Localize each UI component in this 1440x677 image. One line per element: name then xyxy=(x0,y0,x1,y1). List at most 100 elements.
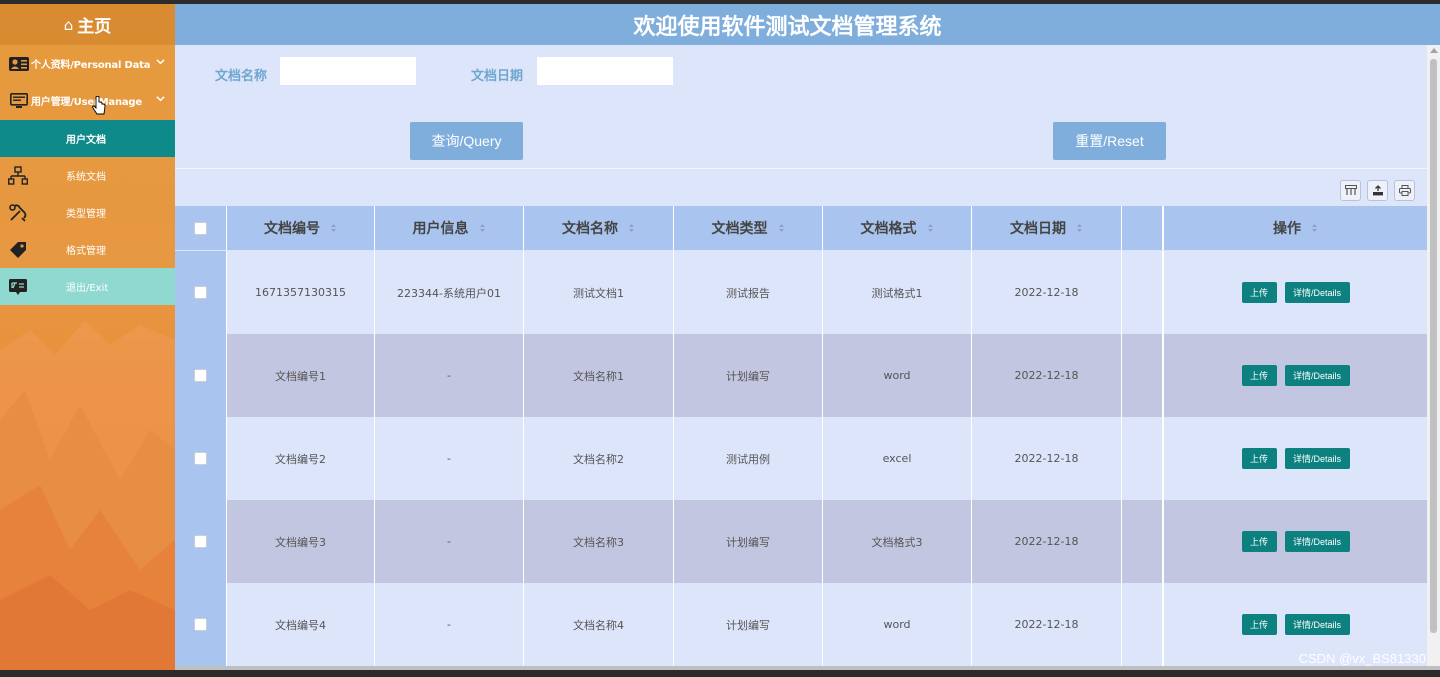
sort-icon xyxy=(1077,224,1082,232)
cell-blank xyxy=(1122,500,1164,583)
col-header-blank xyxy=(1122,206,1164,250)
cell-blank xyxy=(1122,334,1164,417)
cell-name: 文档名称4 xyxy=(524,583,674,666)
columns-toggle-button[interactable] xyxy=(1340,180,1361,201)
chevron-down-icon xyxy=(156,96,165,102)
reset-button[interactable]: 重置/Reset xyxy=(1053,122,1166,160)
print-button[interactable] xyxy=(1394,180,1415,201)
print-icon xyxy=(1398,185,1411,196)
monitor-icon xyxy=(9,92,29,110)
row-checkbox[interactable] xyxy=(194,369,207,382)
details-button[interactable]: 详情/Details xyxy=(1284,448,1350,469)
select-all-checkbox[interactable] xyxy=(194,221,207,235)
row-select-cell xyxy=(175,500,227,583)
col-header-date[interactable]: 文档日期 xyxy=(972,206,1122,250)
doc-date-label: 文档日期 xyxy=(471,69,524,84)
sidebar-subitem-label: 类型管理 xyxy=(66,209,106,220)
sidebar-subitem-label: 用户文档 xyxy=(66,135,106,146)
details-button[interactable]: 详情/Details xyxy=(1284,282,1350,303)
details-button[interactable]: 详情/Details xyxy=(1284,365,1350,386)
upload-button[interactable]: 上传 xyxy=(1241,365,1277,386)
cell-id: 文档编号1 xyxy=(227,334,375,417)
sidebar-subitem-exit[interactable]: 退出/Exit xyxy=(0,268,175,305)
upload-button[interactable]: 上传 xyxy=(1241,531,1277,552)
table-row: 文档编号3 - 文档名称3 计划编写 文档格式3 2022-12-18 上传 详… xyxy=(175,500,1427,583)
sort-icon xyxy=(778,224,784,232)
table-header: 文档编号 用户信息 文档名称 文档类型 文档格式 文档日期 操作 xyxy=(175,206,1427,250)
row-checkbox[interactable] xyxy=(194,452,207,465)
upload-button[interactable]: 上传 xyxy=(1241,614,1277,635)
scrollbar-thumb[interactable] xyxy=(1430,59,1437,633)
doc-name-label: 文档名称 xyxy=(215,69,268,84)
cell-name: 文档名称1 xyxy=(524,334,674,417)
query-button[interactable]: 查询/Query xyxy=(410,122,523,160)
col-header-label: 文档格式 xyxy=(860,221,917,237)
col-header-label: 文档日期 xyxy=(1010,221,1066,237)
sort-icon xyxy=(1312,224,1317,232)
vertical-scrollbar[interactable] xyxy=(1427,45,1440,670)
row-select-cell xyxy=(175,251,227,334)
mouse-pointer-icon xyxy=(92,96,106,115)
export-icon xyxy=(1372,185,1383,196)
cell-actions: 上传 详情/Details xyxy=(1164,500,1427,583)
cell-name: 文档名称3 xyxy=(524,500,674,583)
cell-format: 文档格式3 xyxy=(823,500,972,583)
home-icon: ⌂ xyxy=(63,15,74,34)
row-checkbox[interactable] xyxy=(194,286,207,299)
doc-name-input[interactable] xyxy=(280,57,416,85)
scroll-up-arrow-icon[interactable] xyxy=(1430,48,1438,53)
sidebar-subitem-system-docs[interactable]: 系统文档 xyxy=(0,157,175,194)
app-window: ⌂ 主页 个人资料/Personal Data 用户管理/UserManage … xyxy=(0,4,1440,670)
home-link[interactable]: ⌂ 主页 xyxy=(0,4,175,45)
col-header-label: 文档编号 xyxy=(264,221,320,237)
col-header-type[interactable]: 文档类型 xyxy=(674,206,823,250)
cell-date: 2022-12-18 xyxy=(972,583,1122,666)
upload-button[interactable]: 上传 xyxy=(1241,282,1277,303)
cell-name: 测试文档1 xyxy=(524,251,674,334)
cell-date: 2022-12-18 xyxy=(972,417,1122,500)
id-card-icon xyxy=(9,55,29,73)
home-label: 主页 xyxy=(77,17,112,37)
cell-user: - xyxy=(375,334,524,417)
cell-date: 2022-12-18 xyxy=(972,500,1122,583)
doc-date-input[interactable] xyxy=(537,57,673,85)
cell-user: - xyxy=(375,500,524,583)
cell-format: 测试格式1 xyxy=(823,251,972,334)
watermark: CSDN @vx_BS81330 xyxy=(1298,651,1426,666)
row-checkbox[interactable] xyxy=(194,618,207,631)
table-row: 文档编号2 - 文档名称2 测试用例 excel 2022-12-18 上传 详… xyxy=(175,417,1427,500)
cell-date: 2022-12-18 xyxy=(972,251,1122,334)
col-header-format[interactable]: 文档格式 xyxy=(823,206,972,250)
sort-icon xyxy=(331,224,336,232)
sidebar-item-user-manage[interactable]: 用户管理/UserManage xyxy=(0,82,175,119)
export-button[interactable] xyxy=(1367,180,1388,201)
sidebar-subitem-format-manage[interactable]: 格式管理 xyxy=(0,231,175,268)
translate-icon xyxy=(9,279,27,295)
col-header-label: 文档类型 xyxy=(711,221,768,237)
cell-user: 223344-系统用户01 xyxy=(375,251,524,334)
col-header-name[interactable]: 文档名称 xyxy=(524,206,674,250)
col-header-user[interactable]: 用户信息 xyxy=(375,206,524,250)
cell-blank xyxy=(1122,583,1164,666)
cell-type: 计划编写 xyxy=(674,583,823,666)
cell-format: excel xyxy=(823,417,972,500)
upload-button[interactable]: 上传 xyxy=(1241,448,1277,469)
cell-name: 文档名称2 xyxy=(524,417,674,500)
cell-actions: 上传 详情/Details xyxy=(1164,251,1427,334)
sidebar-item-personal-data[interactable]: 个人资料/Personal Data xyxy=(0,45,175,82)
hierarchy-icon xyxy=(8,166,28,185)
details-button[interactable]: 详情/Details xyxy=(1284,614,1350,635)
col-header-actions[interactable]: 操作 xyxy=(1164,206,1427,250)
chevron-down-icon xyxy=(156,59,165,65)
table-toolbar xyxy=(1340,180,1415,201)
sort-icon xyxy=(629,224,634,232)
row-checkbox[interactable] xyxy=(194,535,207,548)
main-content: 欢迎使用软件测试文档管理系统 文档名称 文档日期 查询/Query 重置/Res… xyxy=(175,4,1440,670)
col-header-id[interactable]: 文档编号 xyxy=(227,206,375,250)
sidebar-subitem-type-manage[interactable]: 类型管理 xyxy=(0,194,175,231)
details-button[interactable]: 详情/Details xyxy=(1284,531,1350,552)
sidebar-subitem-user-docs[interactable]: 用户文档 xyxy=(0,120,175,157)
tag-icon xyxy=(10,242,26,258)
row-select-cell xyxy=(175,334,227,417)
horizontal-scrollbar[interactable] xyxy=(175,666,1440,670)
